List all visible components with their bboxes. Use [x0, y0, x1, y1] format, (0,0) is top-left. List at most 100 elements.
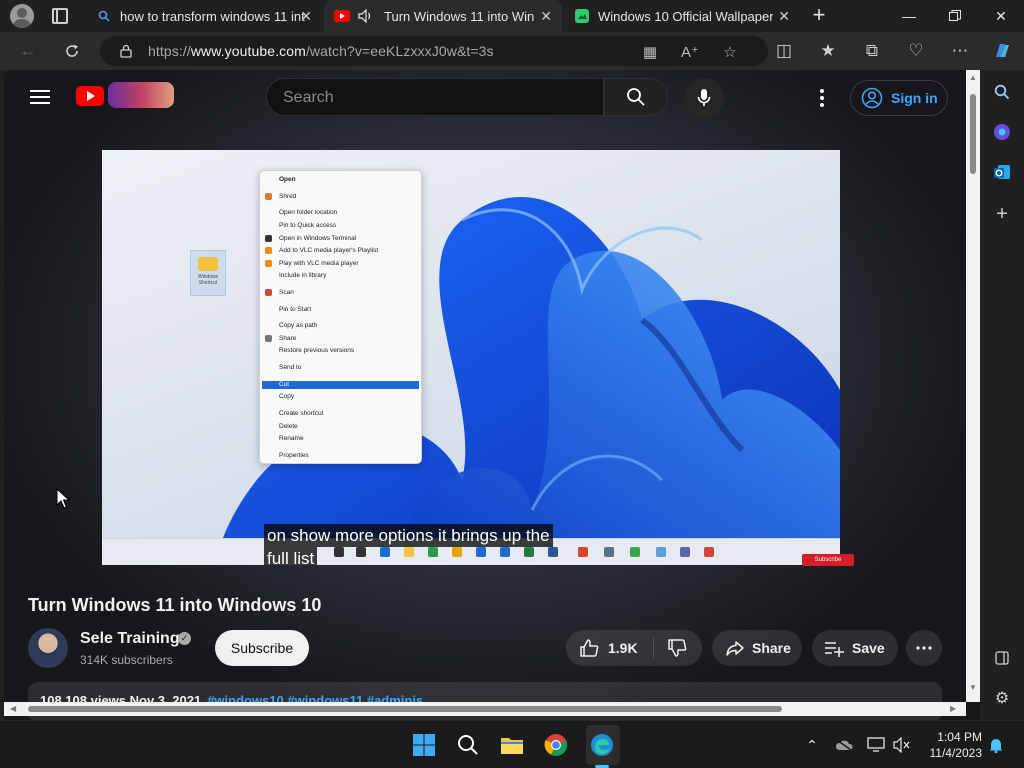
context-menu-item: Open: [279, 176, 296, 183]
youtube-page: Search Sign in Windows Shortcut Open Shr…: [4, 70, 966, 720]
url-text: https://www.youtube.com/watch?v=eeKLzxxx…: [148, 43, 494, 59]
hide-sidebar-icon[interactable]: [992, 648, 1012, 668]
split-screen-icon[interactable]: ◫: [772, 39, 796, 63]
context-menu-item: Pin to Start: [279, 306, 312, 313]
collections-icon[interactable]: ⧉: [860, 39, 884, 63]
image-site-icon: [574, 8, 590, 24]
subscriber-count: 314K subscribers: [80, 653, 173, 667]
thumbs-up-icon[interactable]: [578, 637, 600, 659]
back-icon[interactable]: ←: [16, 39, 40, 63]
edge-browser-icon[interactable]: [588, 731, 616, 759]
video-player[interactable]: Windows Shortcut Open Shred Open folder …: [102, 150, 840, 565]
close-window-icon[interactable]: ✕: [978, 0, 1024, 32]
restore-icon[interactable]: [932, 0, 978, 32]
close-tab-icon[interactable]: ✕: [778, 8, 790, 25]
search-button[interactable]: [604, 78, 668, 116]
tab-youtube-video[interactable]: Turn Windows 11 into Windows 10 ✕: [324, 0, 562, 32]
menu-icon[interactable]: [30, 90, 50, 104]
minimize-icon[interactable]: —: [886, 0, 932, 32]
context-menu-item: Scan: [279, 289, 294, 296]
app-available-icon[interactable]: ▦: [640, 42, 660, 62]
notification-bell-icon[interactable]: [986, 735, 1006, 755]
channel-avatar[interactable]: [28, 628, 68, 668]
context-menu-item: Rename: [279, 435, 304, 442]
settings-more-icon[interactable]: ⋯: [948, 39, 972, 63]
more-options-icon[interactable]: [812, 88, 832, 108]
youtube-icon: [334, 8, 350, 24]
doodle-image[interactable]: [108, 82, 174, 108]
clock-date: 11/4/2023: [929, 746, 983, 760]
new-tab-icon[interactable]: +: [808, 4, 830, 26]
sign-in-button[interactable]: Sign in: [850, 80, 948, 116]
file-explorer-icon[interactable]: [498, 731, 526, 759]
terminal-icon: [265, 235, 272, 242]
like-count[interactable]: 1.9K: [608, 640, 638, 656]
horizontal-scrollbar[interactable]: ◀ ▶: [4, 702, 966, 716]
search-input[interactable]: Search: [266, 78, 604, 116]
close-tab-icon[interactable]: ✕: [540, 8, 552, 25]
search-icon: [96, 8, 112, 24]
tab-actions-icon[interactable]: [52, 8, 68, 24]
browser-essentials-icon[interactable]: ♡: [904, 39, 928, 63]
add-to-playlist-icon: [825, 642, 844, 657]
scroll-up-icon[interactable]: ▲: [969, 74, 977, 82]
vlc-icon: [265, 260, 272, 267]
video-title: Turn Windows 11 into Windows 10: [28, 595, 322, 615]
onedrive-icon[interactable]: [834, 735, 854, 755]
address-bar[interactable]: https://www.youtube.com/watch?v=eeKLzxxx…: [100, 36, 768, 66]
scan-icon: [265, 289, 272, 296]
context-menu-item: Open folder location: [279, 209, 338, 216]
desktop-icon-label: Windows Shortcut: [197, 274, 219, 286]
tab-wallpaper[interactable]: Windows 10 Official Wallpaper [4K ✕: [564, 0, 800, 32]
save-button[interactable]: Save: [812, 630, 898, 666]
more-actions-button[interactable]: [906, 630, 942, 666]
scroll-down-icon[interactable]: ▼: [969, 684, 977, 692]
lock-icon[interactable]: [120, 44, 132, 58]
context-menu-item: Play with VLC media player: [279, 260, 359, 267]
chrome-icon[interactable]: [542, 731, 570, 759]
horizontal-scroll-thumb[interactable]: [28, 706, 782, 712]
settings-gear-icon[interactable]: ⚙: [992, 688, 1012, 708]
taskbar-app-icon: [604, 547, 614, 557]
tab-label: Turn Windows 11 into Windows 10: [384, 8, 534, 24]
youtube-header: Search Sign in: [4, 70, 966, 126]
network-icon[interactable]: [866, 735, 886, 755]
browser-tab-strip: how to transform windows 11 into ✕ Turn …: [0, 0, 1024, 32]
scroll-right-icon[interactable]: ▶: [950, 705, 958, 713]
thumbs-down-icon[interactable]: [666, 637, 688, 659]
read-aloud-icon[interactable]: A⁺: [680, 42, 700, 62]
speaker-icon[interactable]: [358, 8, 374, 24]
context-menu-item: Include in library: [279, 272, 327, 279]
subscribe-watermark[interactable]: Subscribe: [802, 554, 854, 566]
outlook-icon[interactable]: [992, 162, 1012, 182]
add-sidebar-app-icon[interactable]: +: [992, 203, 1012, 225]
favorites-icon[interactable]: ★: [816, 39, 840, 63]
context-menu-item: Delete: [279, 423, 298, 430]
desktop-shortcut-icon: Windows Shortcut: [190, 250, 226, 296]
system-clock[interactable]: 1:04 PM 11/4/2023: [922, 729, 983, 761]
voice-search-button[interactable]: [684, 78, 724, 118]
channel-name[interactable]: Sele Training: [80, 630, 180, 648]
windows-start-icon[interactable]: [410, 731, 438, 759]
context-menu-item: Send to: [279, 364, 302, 371]
favorite-star-icon[interactable]: ☆: [720, 42, 740, 62]
copilot-sidebar-icon[interactable]: [992, 122, 1012, 142]
subscribe-button[interactable]: Subscribe: [215, 630, 309, 666]
vertical-scroll-thumb[interactable]: [970, 94, 976, 174]
volume-muted-icon[interactable]: [892, 735, 912, 755]
context-menu-item: Copy: [279, 393, 295, 400]
taskbar-search-icon[interactable]: [454, 731, 482, 759]
profile-avatar-icon[interactable]: [10, 4, 34, 28]
vertical-scrollbar[interactable]: ▲ ▼: [966, 70, 980, 702]
scroll-left-icon[interactable]: ◀: [10, 705, 18, 713]
share-button[interactable]: Share: [712, 630, 802, 666]
tab-search[interactable]: how to transform windows 11 into ✕: [86, 0, 322, 32]
refresh-icon[interactable]: [60, 39, 84, 63]
close-tab-icon[interactable]: ✕: [300, 8, 312, 25]
youtube-logo-icon[interactable]: [76, 86, 104, 106]
show-hidden-icons-icon[interactable]: ⌃: [802, 735, 822, 755]
copilot-icon[interactable]: [990, 39, 1014, 63]
like-dislike-group: 1.9K: [566, 630, 702, 666]
shred-icon: [265, 193, 272, 200]
search-icon[interactable]: [992, 82, 1012, 102]
